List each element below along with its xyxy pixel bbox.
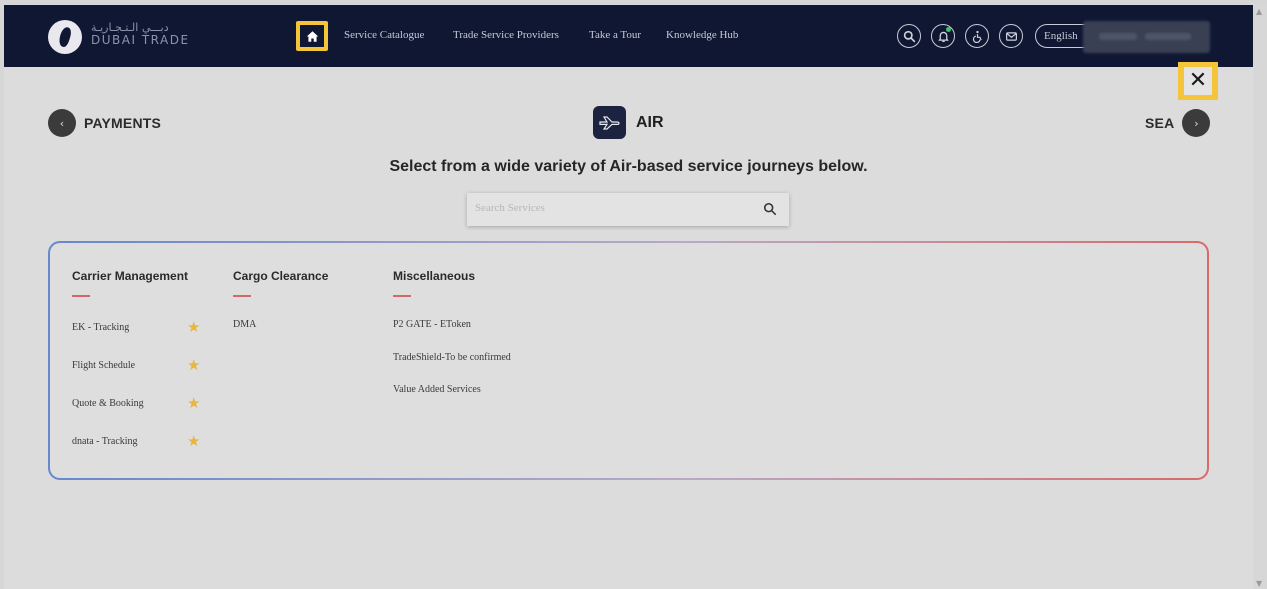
service-link-p2-gate-etoken[interactable]: P2 GATE - EToken (393, 319, 471, 330)
favorite-star-icon[interactable]: ★ (187, 358, 200, 373)
service-link-value-added-services[interactable]: Value Added Services (393, 384, 481, 395)
column-underline (393, 295, 411, 297)
top-navbar: دبـــي الـتـجـاريـة DUBAI TRADE Service … (4, 5, 1253, 67)
language-value: English (1044, 30, 1078, 42)
search-icon[interactable] (763, 202, 777, 216)
wheelchair-icon (972, 30, 982, 43)
mail-icon (1005, 31, 1017, 41)
favorite-star-icon[interactable]: ★ (187, 434, 200, 449)
page-frame: دبـــي الـتـجـاريـة DUBAI TRADE Service … (4, 5, 1253, 589)
search-button[interactable] (897, 24, 921, 48)
services-panel: Carrier Management EK - Tracking ★ Fligh… (48, 241, 1209, 480)
chevron-right-icon: › (1182, 109, 1211, 137)
column-underline (72, 295, 90, 297)
messages-button[interactable] (999, 24, 1023, 48)
service-link-flight-schedule[interactable]: Flight Schedule (72, 360, 135, 371)
chevron-left-icon: ‹ (48, 109, 76, 137)
section-tagline: Select from a wide variety of Air-based … (389, 158, 868, 175)
favorite-star-icon[interactable]: ★ (187, 320, 200, 335)
service-link-dma[interactable]: DMA (233, 319, 256, 330)
home-icon (306, 30, 318, 42)
column-miscellaneous: Miscellaneous (393, 269, 475, 297)
user-account-menu[interactable] (1083, 21, 1210, 53)
search-icon (903, 30, 915, 42)
section-heading: AIR (593, 106, 664, 139)
nav-trade-service-providers[interactable]: Trade Service Providers (453, 29, 559, 41)
column-cargo-clearance: Cargo Clearance (233, 269, 328, 297)
search-services-input[interactable] (475, 202, 745, 214)
service-link-tradeshield[interactable]: TradeShield-To be confirmed (393, 352, 511, 363)
notifications-button[interactable] (931, 24, 955, 48)
brand-name-english: DUBAI TRADE (91, 33, 190, 47)
scroll-down-icon[interactable]: ▼ (1256, 579, 1262, 588)
column-title: Miscellaneous (393, 269, 476, 283)
page-scrollbar[interactable]: ▲ ▼ (1253, 5, 1267, 589)
column-underline (233, 295, 251, 297)
prev-category-label: PAYMENTS (84, 115, 162, 131)
close-icon: ✕ (1184, 67, 1212, 95)
column-title: Carrier Management (72, 269, 189, 283)
service-search (467, 193, 789, 226)
scroll-up-icon[interactable]: ▲ (1256, 7, 1262, 16)
nav-knowledge-hub[interactable]: Knowledge Hub (666, 29, 738, 41)
column-carrier-management: Carrier Management (72, 269, 188, 297)
service-link-quote-booking[interactable]: Quote & Booking (72, 398, 144, 409)
service-link-ek-tracking[interactable]: EK - Tracking (72, 322, 129, 333)
dubai-trade-logo-icon[interactable] (48, 20, 82, 54)
next-category-sea[interactable]: SEA › (1145, 109, 1211, 137)
nav-take-a-tour[interactable]: Take a Tour (589, 29, 641, 41)
brand-name[interactable]: دبـــي الـتـجـاريـة DUBAI TRADE (91, 22, 190, 47)
airplane-icon (593, 106, 626, 139)
next-category-label: SEA (1145, 115, 1175, 131)
nav-service-catalogue[interactable]: Service Catalogue (344, 29, 424, 41)
favorite-star-icon[interactable]: ★ (187, 396, 200, 411)
section-title: AIR (636, 113, 664, 131)
column-title: Cargo Clearance (233, 269, 329, 283)
prev-category-payments[interactable]: ‹ PAYMENTS (48, 109, 161, 137)
notification-indicator (946, 27, 951, 32)
service-link-dnata-tracking[interactable]: dnata - Tracking (72, 436, 138, 447)
accessibility-button[interactable] (965, 24, 989, 48)
home-button[interactable] (296, 21, 328, 51)
close-button[interactable]: ✕ (1178, 62, 1218, 100)
